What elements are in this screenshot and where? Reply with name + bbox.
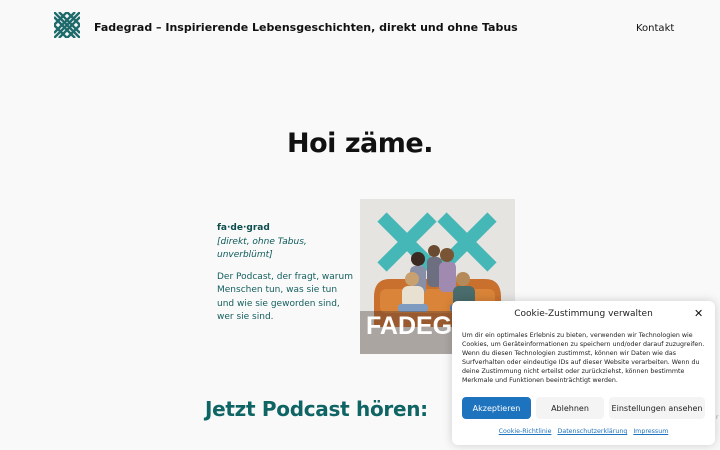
hero-title: Hoi zäme. (287, 128, 433, 159)
site-header: Fadegrad – Inspirierende Lebensgeschicht… (0, 0, 720, 60)
podcast-section-title: Jetzt Podcast hören: (205, 397, 428, 421)
cookie-consent-banner: Cookie-Zustimmung verwalten ✕ Um dir ein… (452, 301, 715, 445)
cover-text: FADEG (366, 312, 452, 340)
crosshatch-logo-icon[interactable] (54, 12, 80, 38)
cookie-text: Um dir ein optimales Erlebnis zu bieten,… (462, 332, 705, 384)
definition-word: fa·de·grad (217, 223, 270, 233)
cookie-title: Cookie-Zustimmung verwalten (514, 309, 653, 319)
deny-button[interactable]: Ablehnen (536, 397, 604, 419)
site-title[interactable]: Fadegrad – Inspirierende Lebensgeschicht… (94, 21, 518, 34)
accept-button[interactable]: Akzeptieren (462, 397, 531, 419)
close-icon[interactable]: ✕ (694, 307, 703, 320)
privacy-policy-link[interactable]: Datenschutzerklärung (557, 428, 627, 435)
settings-button[interactable]: Einstellungen ansehen (609, 397, 705, 419)
edge-fragment: r (716, 414, 719, 421)
imprint-link[interactable]: Impressum (633, 428, 668, 435)
cookie-policy-link[interactable]: Cookie-Richtlinie (499, 428, 552, 435)
nav-link-kontakt[interactable]: Kontakt (636, 23, 674, 34)
definition-block: fa·de·grad [direkt, ohne Tabus, unverblü… (217, 222, 357, 325)
cookie-links: Cookie-Richtlinie Datenschutzerklärung I… (452, 428, 715, 435)
definition-meaning: [direkt, ohne Tabus, unverblümt] (217, 236, 307, 261)
definition-description: Der Podcast, der fragt, warum Menschen t… (217, 271, 353, 323)
